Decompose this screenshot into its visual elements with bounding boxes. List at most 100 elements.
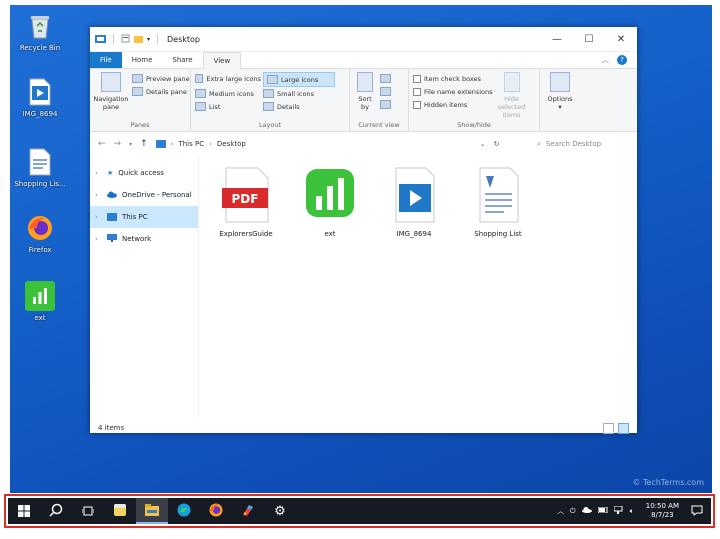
file-name-extensions-checkbox[interactable]: File name extensions [413, 85, 493, 98]
close-button[interactable]: ✕ [605, 34, 637, 45]
ribbon-group-layout: Extra large icons Large icons Medium ico… [191, 69, 350, 131]
file-item[interactable]: IMG_8694 [381, 166, 447, 238]
taskbar-highlight: ⚙ ︿ ⏻ 🔈︎ 10:50 AM 8/7/23 [4, 494, 715, 528]
folder-icon [95, 34, 106, 45]
size-columns-icon [380, 100, 391, 109]
onedrive-icon[interactable] [581, 507, 592, 515]
pdf-file-icon: PDF [220, 166, 272, 224]
desktop-icon-firefox[interactable]: Firefox [14, 213, 66, 255]
window-title: Desktop [167, 34, 201, 44]
add-columns-button[interactable] [380, 85, 391, 98]
star-icon: ★ [107, 169, 114, 177]
layout-details[interactable]: Details [263, 100, 335, 113]
chevron-right-icon[interactable]: › [95, 213, 102, 221]
layout-list[interactable]: List [195, 100, 261, 113]
notification-center-icon[interactable] [691, 505, 703, 518]
task-view-icon [81, 502, 95, 521]
system-tray: ︿ ⏻ 🔈︎ 10:50 AM 8/7/23 [557, 502, 711, 520]
details-view-button[interactable] [603, 422, 614, 434]
clock-date: 8/7/23 [651, 511, 674, 519]
back-button[interactable]: ← [98, 139, 106, 149]
taskbar-notes-app[interactable] [104, 498, 136, 524]
size-columns-button[interactable] [380, 98, 391, 111]
clock[interactable]: 10:50 AM 8/7/23 [646, 502, 679, 520]
chevron-right-icon[interactable]: › [95, 169, 102, 177]
task-view-button[interactable] [72, 498, 104, 524]
checkbox-icon [413, 100, 421, 109]
ribbon-tabs: File Home Share View ︿ ? [90, 51, 637, 69]
nav-item-network[interactable]: › Network [90, 228, 198, 250]
desktop-icon-shopping-list[interactable]: Shopping Lis... [14, 147, 66, 189]
firefox-icon [25, 213, 55, 243]
taskbar-paint-app[interactable] [232, 498, 264, 524]
desktop-icon-ext[interactable]: ext [14, 281, 66, 323]
recent-locations-icon[interactable]: ▾ [129, 141, 132, 148]
tab-view[interactable]: View [202, 51, 242, 69]
breadcrumb-this-pc[interactable]: This PC [178, 140, 204, 148]
layout-extra-large-icons[interactable]: Extra large icons [195, 72, 261, 85]
help-icon[interactable]: ? [617, 55, 627, 65]
minimize-button[interactable]: — [541, 34, 573, 45]
video-file-icon [25, 77, 55, 107]
preview-pane-button[interactable]: Preview pane [132, 72, 190, 85]
start-button[interactable] [8, 498, 40, 524]
tab-file[interactable]: File [90, 52, 122, 68]
search-button[interactable] [40, 498, 72, 524]
hide-selected-items-button[interactable]: Hide selected items [497, 72, 527, 119]
forward-button[interactable]: → [114, 139, 122, 149]
tab-share[interactable]: Share [162, 52, 202, 68]
file-item[interactable]: ext [297, 166, 363, 238]
taskbar-edge[interactable] [168, 498, 200, 524]
desktop-icon-recycle-bin[interactable]: Recycle Bin [14, 11, 66, 53]
search-input[interactable]: ⌕ Search Desktop [537, 140, 629, 149]
usb-icon[interactable]: ⏻ [570, 507, 576, 516]
file-item[interactable]: PDF ExplorersGuide [213, 166, 279, 238]
layout-large-icons[interactable]: Large icons [263, 72, 335, 87]
battery-icon[interactable] [597, 506, 608, 515]
nav-item-quick-access[interactable]: › ★ Quick access [90, 162, 198, 184]
properties-icon[interactable] [121, 34, 130, 45]
details-pane-button[interactable]: Details pane [132, 85, 190, 98]
search-icon [49, 502, 63, 521]
group-by-button[interactable] [380, 72, 391, 85]
sort-by-button[interactable]: Sort by [354, 72, 376, 111]
address-bar-row: ← → ▾ ↑ › This PC › Desktop ⌄ ↻ ⌕ Search… [90, 132, 637, 156]
item-check-boxes-checkbox[interactable]: Item check boxes [413, 72, 493, 85]
maximize-button[interactable]: ☐ [573, 34, 605, 45]
file-list: PDF ExplorersGuide ext IMG_8694 Shopping… [199, 156, 637, 418]
large-icons-view-button[interactable] [618, 422, 629, 434]
address-bar[interactable]: › This PC › Desktop ⌄ [155, 140, 486, 148]
taskbar-firefox[interactable] [200, 498, 232, 524]
group-label: Show/hide [457, 121, 491, 129]
breadcrumb-desktop[interactable]: Desktop [217, 140, 246, 148]
network-icon[interactable] [613, 505, 624, 516]
up-button[interactable]: ↑ [140, 139, 148, 149]
nav-item-this-pc[interactable]: › This PC [90, 206, 198, 228]
chevron-down-icon[interactable]: ▾ [147, 36, 150, 43]
collapse-ribbon-icon[interactable]: ︿ [602, 52, 609, 68]
document-icon [25, 147, 55, 177]
chevron-down-icon[interactable]: ⌄ [480, 140, 486, 148]
desktop-icon-img-8694[interactable]: IMG_8694 [14, 77, 66, 119]
layout-medium-icons[interactable]: Medium icons [195, 87, 261, 100]
title-bar: ▾ Desktop — ☐ ✕ [90, 27, 637, 52]
file-explorer-icon [145, 501, 159, 520]
clock-time: 10:50 AM [645, 502, 679, 510]
nav-item-onedrive[interactable]: › OneDrive - Personal [90, 184, 198, 206]
chevron-right-icon[interactable]: › [95, 235, 102, 243]
refresh-button[interactable]: ↻ [494, 140, 500, 148]
taskbar-settings[interactable]: ⚙ [264, 498, 296, 524]
taskbar-file-explorer[interactable] [136, 498, 168, 524]
file-item[interactable]: Shopping List [465, 166, 531, 238]
volume-icon[interactable]: 🔈︎ [630, 507, 634, 516]
checkbox-icon [413, 87, 421, 96]
options-button[interactable]: Options ▾ [544, 72, 576, 111]
tab-home[interactable]: Home [122, 52, 163, 68]
hidden-items-checkbox[interactable]: Hidden items [413, 98, 493, 111]
chevron-right-icon[interactable]: › [95, 191, 102, 199]
list-icon [195, 102, 206, 111]
show-hidden-icons-icon[interactable]: ︿ [557, 506, 564, 516]
layout-small-icons[interactable]: Small icons [263, 87, 335, 100]
new-folder-icon[interactable] [134, 34, 143, 45]
navigation-pane-button[interactable]: Navigation pane [93, 72, 129, 111]
